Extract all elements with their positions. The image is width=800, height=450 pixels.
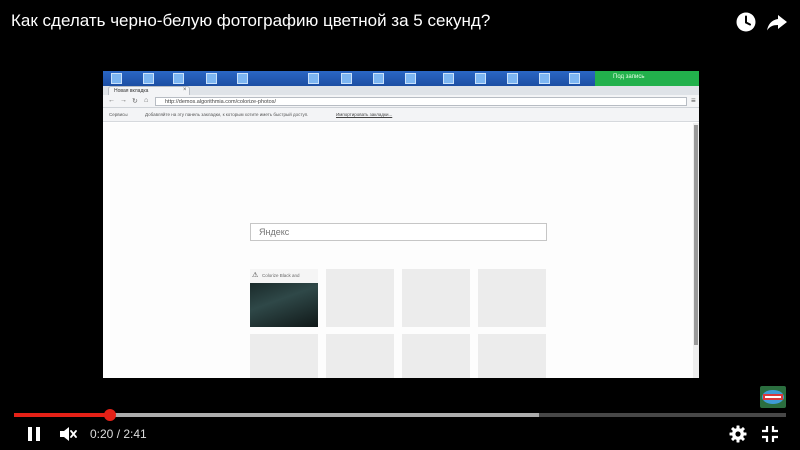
video-title-bar: Как сделать черно-белую фотографию цветн…: [0, 0, 800, 44]
gear-icon[interactable]: [728, 424, 748, 444]
taskbar-tile: [111, 73, 122, 84]
search-input: [251, 224, 546, 240]
browser-tab-strip: Новая вкладка ×: [103, 86, 699, 95]
tile-preview-image: [250, 283, 318, 327]
new-tab-page: ⚠ Colorize Black and: [103, 123, 699, 378]
taskbar-tile: [569, 73, 580, 84]
exit-fullscreen-icon[interactable]: [760, 424, 780, 444]
page-scrollbar-thumb: [694, 125, 698, 345]
taskbar-tile: [341, 73, 352, 84]
os-taskbar: Под запись: [103, 71, 699, 86]
speed-dial-tile: ⚠ Colorize Black and: [250, 269, 318, 327]
browser-tab: Новая вкладка ×: [108, 86, 190, 95]
time-display: 0:20 / 2:41: [90, 427, 147, 441]
bookmarks-hint: Добавляйте на эту панель закладки, к кот…: [145, 112, 309, 117]
bookmarks-import-link: Импортировать закладки...: [336, 112, 393, 117]
speed-dial-tile: [402, 269, 470, 327]
video-frame[interactable]: Под запись Новая вкладка × ← → ↻ ⌂ http:…: [103, 71, 699, 378]
volume-muted-icon[interactable]: [58, 424, 78, 444]
tile-header: ⚠ Colorize Black and: [250, 269, 318, 283]
share-arrow-icon[interactable]: [766, 11, 788, 33]
bookmarks-apps-label: Сервисы: [109, 112, 128, 117]
channel-logo-icon[interactable]: [760, 386, 786, 408]
taskbar-tile: [373, 73, 384, 84]
browser-tab-label: Новая вкладка: [114, 88, 149, 94]
taskbar-tile: [475, 73, 486, 84]
speed-dial-tile: [326, 269, 394, 327]
duration: 2:41: [123, 427, 147, 441]
address-bar: http://demos.algorithmia.com/colorize-ph…: [155, 97, 687, 106]
taskbar-tile: [308, 73, 319, 84]
taskbar-tile: [173, 73, 184, 84]
taskbar-record-button: Под запись: [595, 71, 699, 86]
taskbar-tile: [143, 73, 154, 84]
browser-toolbar: ← → ↻ ⌂ http://demos.algorithmia.com/col…: [103, 95, 699, 108]
pause-icon[interactable]: [25, 424, 45, 444]
browser-menu-icon: ≡: [691, 96, 696, 105]
taskbar-record-label: Под запись: [613, 74, 645, 80]
progress-played: [14, 413, 110, 417]
progress-bar[interactable]: [14, 413, 786, 417]
tab-close-icon: ×: [183, 87, 187, 93]
tile-label: Colorize Black and: [262, 273, 300, 278]
taskbar-tile: [507, 73, 518, 84]
taskbar-tile: [237, 73, 248, 84]
address-bar-url: http://demos.algorithmia.com/colorize-ph…: [165, 99, 276, 105]
video-title[interactable]: Как сделать черно-белую фотографию цветн…: [11, 11, 490, 31]
speed-dial-tile: [326, 334, 394, 378]
warning-icon: ⚠: [252, 272, 259, 279]
forward-arrow-icon: →: [120, 97, 127, 104]
home-icon: ⌂: [144, 97, 149, 104]
speed-dial-tile: [478, 269, 546, 327]
taskbar-tile: [405, 73, 416, 84]
taskbar-tile: [443, 73, 454, 84]
time-separator: /: [113, 427, 124, 441]
taskbar-tile: [539, 73, 550, 84]
clock-icon[interactable]: [735, 11, 757, 33]
current-time: 0:20: [90, 427, 114, 441]
page-scrollbar: [693, 123, 699, 378]
bookmarks-bar: Сервисы Добавляйте на эту панель закладк…: [103, 108, 699, 122]
taskbar-tile: [206, 73, 217, 84]
back-arrow-icon: ←: [108, 97, 115, 104]
speed-dial-tile: [478, 334, 546, 378]
speed-dial-tile: [250, 334, 318, 378]
search-box: [250, 223, 547, 241]
reload-icon: ↻: [132, 98, 138, 105]
speed-dial-tile: [402, 334, 470, 378]
progress-scrubber-handle[interactable]: [103, 409, 116, 421]
